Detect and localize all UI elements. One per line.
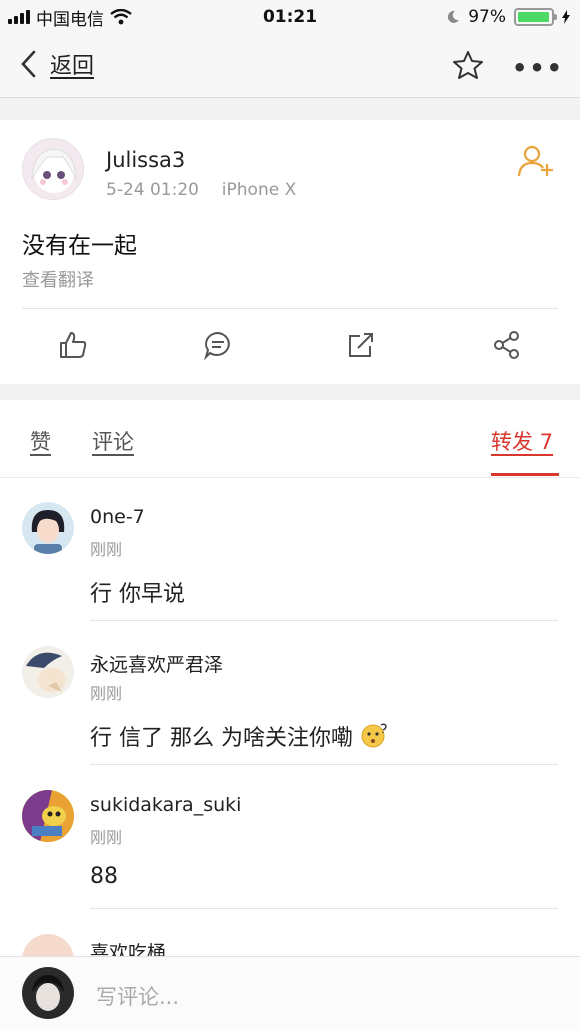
avatar[interactable]: [22, 646, 74, 698]
status-bar: 中国电信 01:21 97%: [0, 0, 580, 34]
battery-percent: 97%: [468, 7, 506, 27]
comment-text-row: 行 信了 那么 为啥关注你嘞: [90, 720, 388, 752]
back-button[interactable]: 返回: [20, 48, 94, 80]
like-icon[interactable]: [58, 330, 88, 360]
comment-author[interactable]: 0ne-7: [90, 506, 145, 528]
comment-text: 行 你早说: [90, 582, 185, 607]
post-text: 没有在一起: [22, 233, 137, 259]
back-label: 返回: [50, 54, 95, 79]
tab-likes[interactable]: 赞: [30, 426, 51, 456]
author-name[interactable]: Julissa3: [106, 148, 185, 172]
comment-author[interactable]: sukidakara_suki: [90, 794, 241, 816]
comment-composer: 写评论...: [0, 956, 580, 1031]
charging-icon: [562, 10, 570, 24]
divider: [90, 908, 558, 909]
repost-icon[interactable]: [346, 330, 376, 360]
comment-author[interactable]: 永远喜欢严君泽: [90, 650, 223, 677]
avatar[interactable]: [22, 934, 74, 956]
battery-icon: [514, 8, 557, 26]
post-device: iPhone X: [221, 180, 297, 200]
comment-text: 行 信了 那么 为啥关注你嘞: [90, 726, 353, 751]
tab-indicator: [491, 473, 559, 476]
tab-comments[interactable]: 评论: [92, 426, 134, 456]
divider: [90, 620, 558, 621]
comment-author[interactable]: 喜欢吃桶: [90, 938, 166, 956]
post-card: Julissa3 5-24 01:20 iPhone X 没有在一起 查看翻译: [0, 120, 580, 384]
moon-icon: [448, 10, 460, 23]
comment-input[interactable]: 写评论...: [96, 981, 179, 1011]
comment-text: 88: [90, 864, 118, 889]
divider: [90, 764, 558, 765]
author-avatar[interactable]: [22, 138, 84, 200]
avatar[interactable]: [22, 790, 74, 842]
comment-time: 刚刚: [90, 828, 123, 847]
follow-user-icon[interactable]: [516, 144, 556, 178]
more-icon[interactable]: •••: [512, 54, 564, 82]
comment-icon[interactable]: [203, 330, 233, 360]
post-meta: 5-24 01:20 iPhone X: [106, 180, 296, 200]
avatar[interactable]: [22, 502, 74, 554]
translate-link[interactable]: 查看翻译: [22, 266, 94, 292]
thinking-emoji-icon: [361, 723, 387, 748]
repost-list: 0ne-7 刚刚 行 你早说 永远喜欢严君泽 刚刚 行 信了 那么 为啥关注你嘞: [0, 478, 580, 956]
status-right: 97%: [446, 7, 570, 27]
share-icon[interactable]: [492, 330, 522, 360]
chevron-left-icon: [21, 50, 36, 78]
post-timestamp: 5-24 01:20: [106, 180, 199, 200]
comment-time: 刚刚: [90, 540, 123, 559]
tab-reposts[interactable]: 转发 7: [491, 426, 553, 456]
my-avatar[interactable]: [22, 967, 74, 1019]
tab-bar: 赞 评论 转发 7: [0, 400, 580, 478]
nav-bar: 返回 •••: [0, 34, 580, 98]
comment-time: 刚刚: [90, 684, 123, 703]
star-icon[interactable]: [452, 50, 484, 80]
divider: [22, 308, 558, 309]
